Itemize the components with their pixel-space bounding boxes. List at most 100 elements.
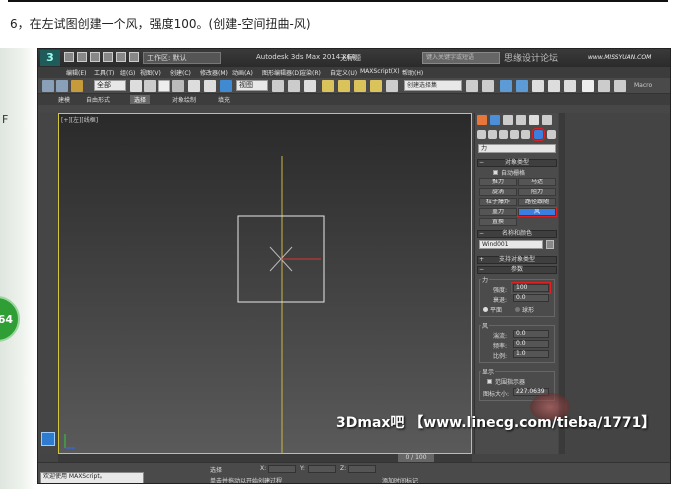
bind-spacewarp-icon[interactable] [71, 80, 83, 92]
object-type-button[interactable]: 粒子爆炸 [479, 198, 517, 206]
planar-radio[interactable] [483, 307, 488, 312]
time-slider[interactable]: 0 / 100 [398, 454, 434, 462]
decay-spinner[interactable]: 0.0 [513, 294, 549, 302]
spherical-radio[interactable] [515, 307, 520, 312]
ribbon-tab[interactable]: 对象绘制 [168, 95, 200, 104]
menu-item[interactable]: 工具(T) [94, 68, 114, 77]
utilities-tab-icon[interactable] [542, 115, 552, 125]
rotate-icon[interactable] [204, 80, 216, 92]
menu-item[interactable]: 修改器(M) [200, 68, 228, 77]
y-coord-field[interactable] [308, 465, 336, 473]
helpers-icon[interactable] [521, 130, 530, 139]
frequency-spinner[interactable]: 0.0 [513, 340, 549, 348]
object-type-button[interactable]: 路径跟随 [518, 198, 556, 206]
z-coord-field[interactable] [348, 465, 376, 473]
menu-item[interactable]: 组(G) [120, 68, 135, 77]
shapes-icon[interactable] [488, 130, 497, 139]
open-icon[interactable] [77, 52, 87, 62]
create-tab-icon[interactable] [477, 115, 487, 125]
window-crossing-icon[interactable] [172, 80, 184, 92]
name-color-rollout[interactable]: − 名称和颜色 [477, 230, 557, 238]
ribbon-tab[interactable]: 自由形式 [82, 95, 114, 104]
unlink-icon[interactable] [56, 80, 68, 92]
menu-item[interactable]: 编辑(E) [66, 68, 86, 77]
new-icon[interactable] [64, 52, 74, 62]
select-manipulate-icon[interactable] [288, 80, 300, 92]
object-type-button[interactable]: 重力 [479, 208, 517, 216]
menu-item[interactable]: 渲染(R) [300, 68, 321, 77]
menu-item[interactable]: 动画(A) [232, 68, 253, 77]
systems-icon[interactable] [547, 130, 556, 139]
object-color-swatch[interactable] [546, 240, 554, 249]
redo-icon[interactable] [116, 52, 126, 62]
turbulence-spinner[interactable]: 0.0 [513, 330, 549, 338]
move-icon[interactable] [188, 80, 200, 92]
named-selection-dropdown[interactable]: 创建选择集 [404, 80, 462, 91]
viewport-layout-icon[interactable] [41, 432, 55, 446]
project-folder-icon[interactable] [129, 52, 139, 62]
geometry-icon[interactable] [477, 130, 486, 139]
menu-item[interactable]: MAXScript(X) [360, 68, 400, 75]
menu-item[interactable]: 图形编辑器(D) [262, 68, 301, 77]
strength-spinner[interactable]: 100 [511, 282, 551, 294]
snap-icon[interactable] [322, 80, 334, 92]
ref-coord-dropdown[interactable]: 视图 [236, 80, 268, 91]
range-indicators-checkbox[interactable] [487, 379, 492, 384]
x-coord-field[interactable] [268, 465, 296, 473]
search-input[interactable]: 键入关键字或短语 [422, 52, 500, 64]
object-type-button[interactable]: 旋涡 [479, 188, 517, 196]
object-type-rollout[interactable]: − 对象类型 [477, 159, 557, 167]
menu-item[interactable]: 帮助(H) [402, 68, 423, 77]
percent-snap-icon[interactable] [354, 80, 366, 92]
autogrid-checkbox[interactable] [493, 170, 498, 175]
align-icon[interactable] [482, 80, 494, 92]
object-type-button[interactable]: 马达 [518, 178, 556, 186]
object-name-field[interactable]: Wind001 [479, 240, 543, 249]
material-editor-icon[interactable] [582, 80, 594, 92]
edit-named-sets-icon[interactable] [386, 80, 398, 92]
render-setup-icon[interactable] [598, 80, 610, 92]
schematic-view-icon[interactable] [564, 80, 576, 92]
menu-item[interactable]: 视图(V) [140, 68, 161, 77]
object-type-button[interactable]: 推力 [479, 178, 517, 186]
spacewarp-category-dropdown[interactable]: 力 [478, 144, 556, 153]
save-icon[interactable] [90, 52, 100, 62]
spinner-snap-icon[interactable] [370, 80, 382, 92]
space-warps-icon[interactable] [532, 128, 545, 141]
scale-spinner[interactable]: 1.0 [513, 350, 549, 358]
lights-icon[interactable] [499, 130, 508, 139]
selection-filter-dropdown[interactable]: 全部 [94, 80, 126, 91]
curve-editor-icon[interactable] [548, 80, 560, 92]
link-icon[interactable] [42, 80, 54, 92]
object-type-button[interactable]: 置换 [479, 218, 517, 226]
motion-tab-icon[interactable] [516, 115, 526, 125]
ribbon-tab[interactable]: 选择 [130, 95, 151, 104]
graphite-toggle-icon[interactable] [532, 80, 544, 92]
select-object-icon[interactable] [130, 80, 142, 92]
rect-selection-icon[interactable] [158, 80, 170, 92]
object-type-button[interactable]: 阻力 [518, 188, 556, 196]
workspace-dropdown[interactable]: 工作区: 默认 [143, 52, 221, 64]
keyboard-shortcut-icon[interactable] [304, 80, 316, 92]
cameras-icon[interactable] [510, 130, 519, 139]
object-type-button[interactable]: 风 [517, 207, 557, 217]
menu-item[interactable]: 创建(C) [170, 68, 191, 77]
modify-tab-icon[interactable] [490, 115, 500, 125]
layer-manager-icon[interactable] [516, 80, 528, 92]
pivot-icon[interactable] [272, 80, 284, 92]
menu-item[interactable]: 自定义(U) [330, 68, 357, 77]
hierarchy-tab-icon[interactable] [503, 115, 513, 125]
parameters-rollout[interactable]: − 参数 [477, 266, 557, 274]
left-viewport[interactable]: [+][左][线框] [58, 113, 472, 455]
ribbon-tab[interactable]: 填充 [214, 95, 234, 104]
select-by-name-icon[interactable] [144, 80, 156, 92]
undo-icon[interactable] [103, 52, 113, 62]
mirror-icon[interactable] [466, 80, 478, 92]
display-tab-icon[interactable] [529, 115, 539, 125]
maxscript-listener[interactable]: 欢迎使用 MAXScript。 [40, 472, 144, 483]
scene-explorer-icon[interactable] [500, 80, 512, 92]
supports-rollout[interactable]: + 支持对象类型 [477, 256, 557, 264]
ribbon-tab[interactable]: 建模 [54, 95, 74, 104]
scale-icon[interactable] [220, 80, 232, 92]
angle-snap-icon[interactable] [338, 80, 350, 92]
